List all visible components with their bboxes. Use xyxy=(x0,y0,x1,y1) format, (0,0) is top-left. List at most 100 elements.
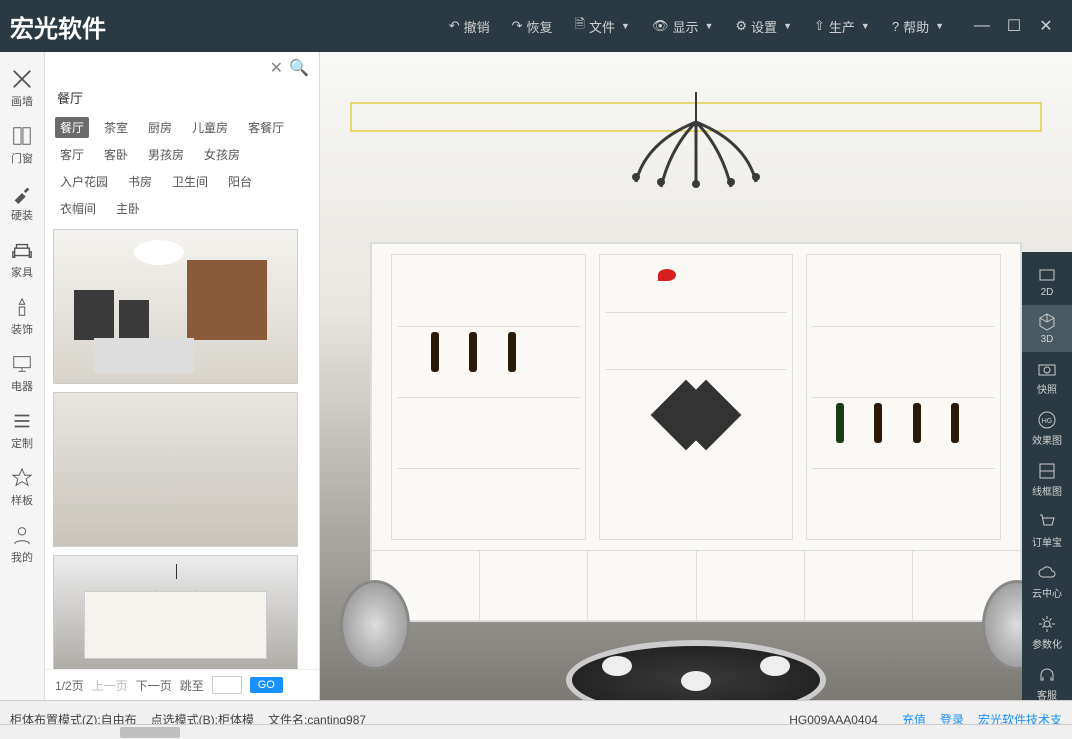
cloud-button[interactable]: 云中心 xyxy=(1022,556,1072,607)
thumbnail-list xyxy=(45,229,319,669)
furniture-icon xyxy=(11,239,33,261)
settings-menu[interactable]: ⚙ 设置 ▼ xyxy=(725,9,802,43)
chevron-down-icon: ▼ xyxy=(783,21,792,31)
chevron-down-icon: ▼ xyxy=(621,21,630,31)
help-label: 帮助 xyxy=(903,17,929,36)
rail-label: 门窗 xyxy=(11,150,33,166)
window-controls: — ☐ ✕ xyxy=(966,12,1062,40)
rail-furniture[interactable]: 家具 xyxy=(0,231,44,288)
rail-label: 画墙 xyxy=(11,93,33,109)
file-label: 文件 xyxy=(589,17,615,36)
rail-label: 定制 xyxy=(11,435,33,451)
rail-mine[interactable]: 我的 xyxy=(0,516,44,573)
panel-head: ✕ 🔍 xyxy=(45,52,319,84)
produce-label: 生产 xyxy=(829,17,855,36)
right-rail: 2D 3D 快照 HG 效果图 线框图 订单宝 xyxy=(1022,252,1072,700)
template-thumbnail[interactable] xyxy=(53,555,298,669)
param-button[interactable]: 参数化 xyxy=(1022,607,1072,658)
viewport-3d[interactable]: 2D 3D 快照 HG 效果图 线框图 订单宝 xyxy=(320,52,1072,700)
close-button[interactable]: ✕ xyxy=(1030,12,1062,40)
scene-table xyxy=(566,640,826,700)
monitor-icon xyxy=(11,353,33,375)
rr-label: 3D xyxy=(1041,334,1054,345)
view-3d-button[interactable]: 3D xyxy=(1022,305,1072,352)
rail-custom[interactable]: 定制 xyxy=(0,402,44,459)
rail-wall[interactable]: 画墙 xyxy=(0,60,44,117)
pager: 1/2页 上一页 下一页 跳至 GO xyxy=(45,669,319,700)
redo-button[interactable]: ↷ 恢复 xyxy=(502,9,563,43)
filter-tag[interactable]: 餐厅 xyxy=(55,117,89,138)
undo-button[interactable]: ↶ 撤销 xyxy=(439,9,500,43)
gear-icon xyxy=(1037,614,1057,634)
filter-tag[interactable]: 厨房 xyxy=(143,117,177,138)
undo-icon: ↶ xyxy=(449,18,460,34)
filter-tag[interactable]: 衣帽间 xyxy=(55,198,101,219)
filter-tag[interactable]: 茶室 xyxy=(99,117,133,138)
titlebar: 宏光软件 ↶ 撤销 ↷ 恢复 🗎 文件 ▼ 👁 显示 ▼ ⚙ 设置 ▼ ⇧ 生产… xyxy=(0,0,1072,52)
display-label: 显示 xyxy=(672,17,698,36)
minimize-button[interactable]: — xyxy=(966,12,998,40)
scene-chair xyxy=(340,580,410,670)
rect-icon xyxy=(1037,265,1057,285)
filter-tag[interactable]: 卫生间 xyxy=(167,171,213,192)
main-area: 画墙 门窗 硬装 家具 装饰 电器 定制 样板 xyxy=(0,52,1072,700)
display-menu[interactable]: 👁 显示 ▼ xyxy=(642,9,723,43)
produce-menu[interactable]: ⇧ 生产 ▼ xyxy=(804,9,880,43)
eye-icon: 👁 xyxy=(652,18,669,34)
help-menu[interactable]: ? 帮助 ▼ xyxy=(882,9,954,43)
help-icon: ? xyxy=(892,19,899,34)
filter-tag[interactable]: 客餐厅 xyxy=(243,117,289,138)
filter-tag[interactable]: 儿童房 xyxy=(187,117,233,138)
rail-label: 家具 xyxy=(11,264,33,280)
scene-chandelier xyxy=(606,92,786,232)
filter-tag[interactable]: 男孩房 xyxy=(143,144,189,165)
wall-icon xyxy=(11,68,33,90)
rail-label: 装饰 xyxy=(11,321,33,337)
scene-cabinet xyxy=(370,242,1022,622)
next-page-button[interactable]: 下一页 xyxy=(136,677,172,694)
rail-label: 样板 xyxy=(11,492,33,508)
rail-label: 我的 xyxy=(11,549,33,565)
filter-tags: 餐厅 茶室 厨房 儿童房 客餐厅 客厅 客卧 男孩房 女孩房 入户花园 书房 卫… xyxy=(45,111,319,229)
scrollbar-thumb[interactable] xyxy=(120,727,180,738)
search-icon[interactable]: 🔍 xyxy=(289,58,309,78)
rail-decor[interactable]: 装饰 xyxy=(0,288,44,345)
close-panel-icon[interactable]: ✕ xyxy=(270,58,283,78)
rail-template[interactable]: 样板 xyxy=(0,459,44,516)
jump-input[interactable] xyxy=(212,676,242,694)
snapshot-button[interactable]: 快照 xyxy=(1022,352,1072,403)
rail-harddecor[interactable]: 硬装 xyxy=(0,174,44,231)
maximize-button[interactable]: ☐ xyxy=(998,12,1030,40)
view-2d-button[interactable]: 2D xyxy=(1022,258,1072,305)
hammer-icon xyxy=(11,182,33,204)
redo-label: 恢复 xyxy=(527,17,553,36)
horizontal-scrollbar[interactable] xyxy=(0,724,1072,739)
render-button[interactable]: HG 效果图 xyxy=(1022,403,1072,454)
filter-tag[interactable]: 女孩房 xyxy=(199,144,245,165)
filter-tag[interactable]: 客卧 xyxy=(99,144,133,165)
redo-icon: ↷ xyxy=(512,18,523,34)
chevron-down-icon: ▼ xyxy=(704,21,713,31)
wireframe-button[interactable]: 线框图 xyxy=(1022,454,1072,505)
filter-tag[interactable]: 书房 xyxy=(123,171,157,192)
cart-icon xyxy=(1037,512,1057,532)
left-rail: 画墙 门窗 硬装 家具 装饰 电器 定制 样板 xyxy=(0,52,45,700)
app-title: 宏光软件 xyxy=(10,9,106,44)
prev-page-button[interactable]: 上一页 xyxy=(92,677,128,694)
file-icon: 🗎 xyxy=(575,15,585,37)
hg-icon: HG xyxy=(1037,410,1057,430)
cube-icon xyxy=(1037,312,1057,332)
filter-tag[interactable]: 阳台 xyxy=(223,171,257,192)
go-button[interactable]: GO xyxy=(250,677,283,693)
rail-doorwindow[interactable]: 门窗 xyxy=(0,117,44,174)
rail-appliance[interactable]: 电器 xyxy=(0,345,44,402)
filter-tag[interactable]: 主卧 xyxy=(111,198,145,219)
breadcrumb[interactable]: 餐厅 xyxy=(45,84,319,111)
support-button[interactable]: 客服 xyxy=(1022,658,1072,700)
template-thumbnail[interactable] xyxy=(53,392,298,547)
filter-tag[interactable]: 入户花园 xyxy=(55,171,113,192)
filter-tag[interactable]: 客厅 xyxy=(55,144,89,165)
order-button[interactable]: 订单宝 xyxy=(1022,505,1072,556)
template-thumbnail[interactable] xyxy=(53,229,298,384)
file-menu[interactable]: 🗎 文件 ▼ xyxy=(565,9,640,43)
